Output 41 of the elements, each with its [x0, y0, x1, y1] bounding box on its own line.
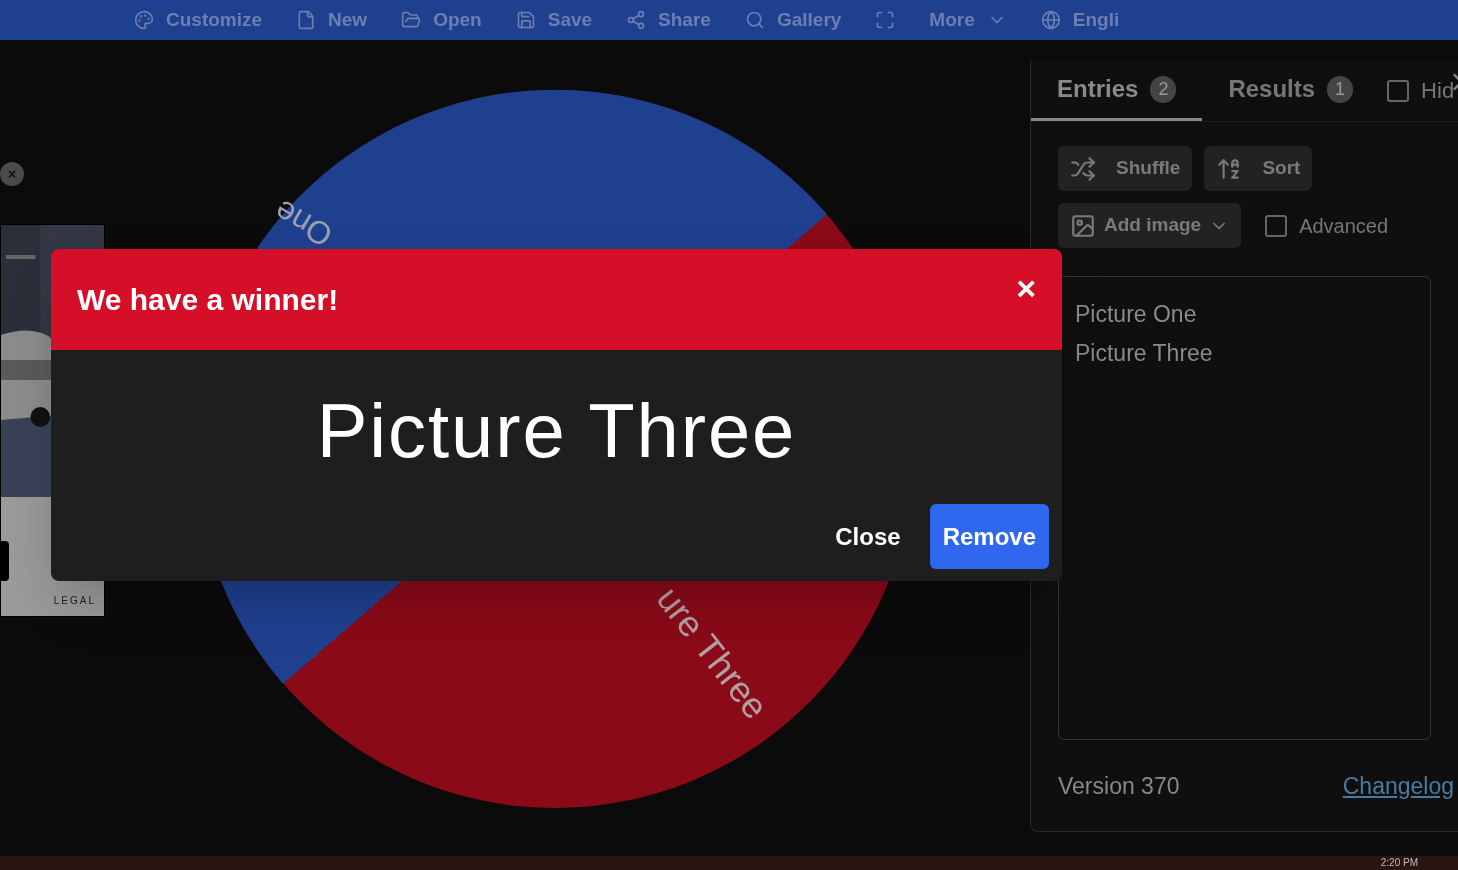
entry-line: Picture Three: [1075, 338, 1214, 368]
share-icon: [626, 10, 647, 30]
nav-button[interactable]: Gallery: [744, 5, 842, 35]
hide-label: Hid: [1421, 79, 1455, 102]
advanced-checkbox[interactable]: [1265, 214, 1288, 237]
nav-button[interactable]: More: [929, 5, 1007, 35]
count-badge: 2: [1150, 75, 1177, 103]
nav-button[interactable]: Customize: [134, 5, 263, 35]
winner-text: Picture Three: [316, 387, 797, 475]
close-button[interactable]: ×: [1016, 270, 1036, 305]
entry-line: Picture One: [1075, 300, 1198, 329]
palette-icon: [134, 10, 154, 30]
legal-link[interactable]: LEGAL: [53, 593, 96, 608]
shuffle-icon: [1070, 155, 1096, 182]
nav-button[interactable]: Share: [626, 5, 711, 35]
hide-checkbox[interactable]: [1387, 79, 1410, 102]
count-badge: 1: [1327, 75, 1354, 103]
file-icon: [296, 10, 317, 30]
remove-button[interactable]: Remove: [929, 504, 1049, 569]
image-icon: [1070, 212, 1096, 239]
close-text-button[interactable]: Close: [822, 504, 914, 569]
tab[interactable]: Entries 2: [1031, 60, 1203, 121]
clock-text: 2:20 PM: [1380, 858, 1418, 868]
folder-icon: [401, 10, 422, 30]
search-icon: [744, 10, 765, 30]
shuffle-button[interactable]: Shuffle: [1058, 146, 1193, 191]
globe-icon: [1040, 10, 1061, 30]
nav-button[interactable]: Engli: [1040, 5, 1120, 35]
add-image-button[interactable]: Add image: [1058, 203, 1242, 248]
ad-close-button[interactable]: ×: [0, 162, 24, 186]
save-icon: [515, 10, 536, 30]
nav-button[interactable]: New: [296, 5, 368, 35]
sort-button[interactable]: Sort: [1204, 146, 1313, 191]
version-text: Version 370: [1058, 771, 1180, 801]
fullscreen-icon: [875, 10, 896, 30]
nav-button[interactable]: Save: [515, 5, 593, 35]
changelog-link[interactable]: Changelog: [1342, 768, 1454, 803]
advanced-label: Advanced: [1299, 213, 1389, 239]
nav-button[interactable]: Open: [401, 5, 482, 35]
tab[interactable]: Results 1: [1202, 60, 1380, 121]
nav-button[interactable]: [875, 10, 896, 30]
